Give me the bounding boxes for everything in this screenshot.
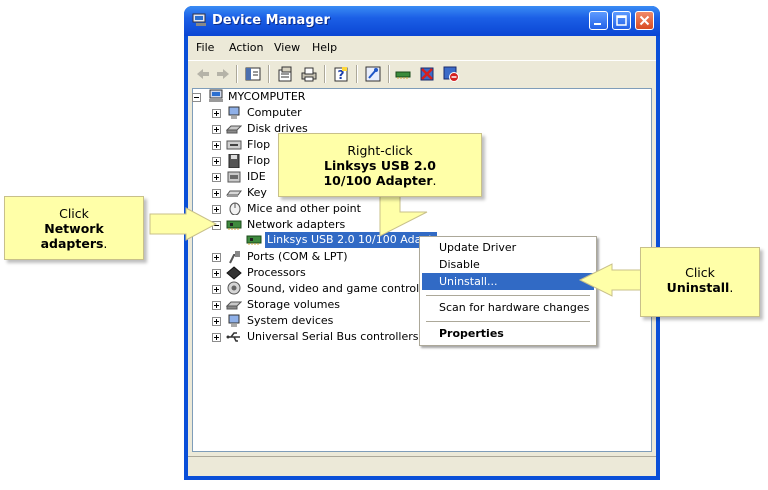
disable-icon[interactable]	[442, 65, 460, 83]
context-menu: Update Driver Disable Uninstall... Scan …	[419, 236, 597, 346]
computer-icon	[209, 89, 223, 102]
menu-help[interactable]: Help	[312, 41, 337, 54]
toolbar-separator	[324, 65, 326, 83]
left-callout-arrow	[149, 207, 218, 241]
menu-item-scan-hardware[interactable]: Scan for hardware changes	[422, 299, 594, 316]
callout-punct: .	[729, 280, 734, 295]
tree-item-label: Flop	[247, 154, 271, 167]
menu-item-uninstall[interactable]: Uninstall...	[422, 273, 594, 290]
system-device-icon	[228, 314, 240, 327]
sound-icon	[227, 281, 241, 295]
collapse-toggle[interactable]	[192, 93, 201, 102]
tree-item-label: Processors	[247, 266, 306, 279]
expand-toggle[interactable]	[212, 141, 221, 150]
callout-text: Click	[59, 206, 89, 221]
toolbar-separator	[356, 65, 358, 83]
usb-icon	[226, 332, 240, 342]
callout-text-bold: 10/100 Adapter	[323, 173, 433, 188]
keyboard-icon	[226, 190, 242, 197]
disk-drive-icon	[226, 125, 242, 134]
toolbar: ?	[188, 60, 656, 87]
menu-bar: File Action View Help	[188, 36, 656, 58]
tree-item-label: Ports (COM & LPT)	[247, 250, 348, 263]
storage-volume-icon	[226, 301, 242, 310]
callout-text: Click	[685, 265, 715, 280]
callout-text-bold: Uninstall	[666, 280, 730, 295]
network-adapter-icon	[246, 235, 262, 245]
tree-root-label: MYCOMPUTER	[228, 90, 306, 103]
properties-icon[interactable]	[276, 65, 294, 83]
callout-punct: .	[432, 173, 437, 188]
expand-toggle[interactable]	[212, 189, 221, 198]
toolbar-separator	[388, 65, 390, 83]
menu-separator	[426, 295, 590, 296]
callout-text: Right-click	[347, 143, 413, 158]
callout-text-bold: Linksys USB 2.0	[323, 158, 437, 173]
menu-separator	[426, 321, 590, 322]
floppy-controller-icon	[226, 140, 242, 150]
tree-item-label: Storage volumes	[247, 298, 341, 311]
scan-hardware-icon[interactable]	[364, 65, 382, 83]
menu-file[interactable]: File	[196, 41, 214, 54]
tree-item-label: IDE	[247, 170, 266, 183]
back-icon[interactable]	[194, 65, 212, 83]
callout-uninstall: Click Uninstall.	[640, 247, 760, 317]
top-callout-arrow	[379, 189, 428, 237]
menu-action[interactable]: Action	[229, 41, 263, 54]
expand-toggle[interactable]	[212, 109, 221, 118]
print-icon[interactable]	[300, 65, 318, 83]
processor-icon	[226, 266, 242, 280]
update-driver-icon[interactable]	[394, 65, 412, 83]
ide-controller-icon	[227, 171, 241, 183]
tree-item-label: Network adapters	[247, 218, 346, 231]
tree-item-label: System devices	[247, 314, 334, 327]
expand-toggle[interactable]	[212, 285, 221, 294]
callout-text-bold: Network	[44, 221, 104, 236]
forward-icon[interactable]	[214, 65, 232, 83]
help-icon[interactable]: ?	[332, 65, 350, 83]
menu-item-disable[interactable]: Disable	[422, 256, 594, 273]
expand-toggle[interactable]	[212, 173, 221, 182]
expand-toggle[interactable]	[212, 125, 221, 134]
callout-right-click-adapter: Right-click Linksys USB 2.0 10/100 Adapt…	[278, 133, 482, 197]
close-button[interactable]	[635, 11, 654, 30]
expand-toggle[interactable]	[212, 269, 221, 278]
right-callout-arrow	[578, 263, 643, 297]
title-bar[interactable]: Device Manager	[184, 6, 660, 36]
expand-toggle[interactable]	[212, 333, 221, 342]
expand-toggle[interactable]	[212, 253, 221, 262]
menu-item-update-driver[interactable]: Update Driver	[422, 239, 594, 256]
menu-view[interactable]: View	[274, 41, 300, 54]
callout-punct: .	[103, 236, 108, 251]
tree-item-label: Universal Serial Bus controllers	[247, 330, 419, 343]
expand-toggle[interactable]	[212, 317, 221, 326]
tree-item-label: Flop	[247, 138, 271, 151]
floppy-drive-icon	[228, 154, 240, 168]
expand-toggle[interactable]	[212, 301, 221, 310]
toolbar-separator	[268, 65, 270, 83]
console-tree-icon[interactable]	[244, 65, 262, 83]
tree-item-label: Mice and other point	[247, 202, 361, 215]
port-icon	[229, 251, 240, 264]
maximize-button[interactable]	[612, 11, 631, 30]
callout-network-adapters: Click Network adapters.	[4, 196, 144, 260]
window-title: Device Manager	[212, 13, 330, 28]
menu-item-properties[interactable]: Properties	[422, 325, 594, 342]
expand-toggle[interactable]	[212, 157, 221, 166]
tree-item-label: Computer	[247, 106, 302, 119]
tree-item-label: Key	[247, 186, 267, 199]
status-bar	[188, 456, 656, 477]
device-manager-icon	[192, 13, 206, 26]
toolbar-separator	[236, 65, 238, 83]
uninstall-icon[interactable]	[418, 65, 436, 83]
callout-text-bold: adapters	[40, 236, 104, 251]
computer-icon	[228, 106, 240, 119]
minimize-button[interactable]	[589, 11, 608, 30]
tree-item-label: Sound, video and game controllers	[247, 282, 440, 295]
